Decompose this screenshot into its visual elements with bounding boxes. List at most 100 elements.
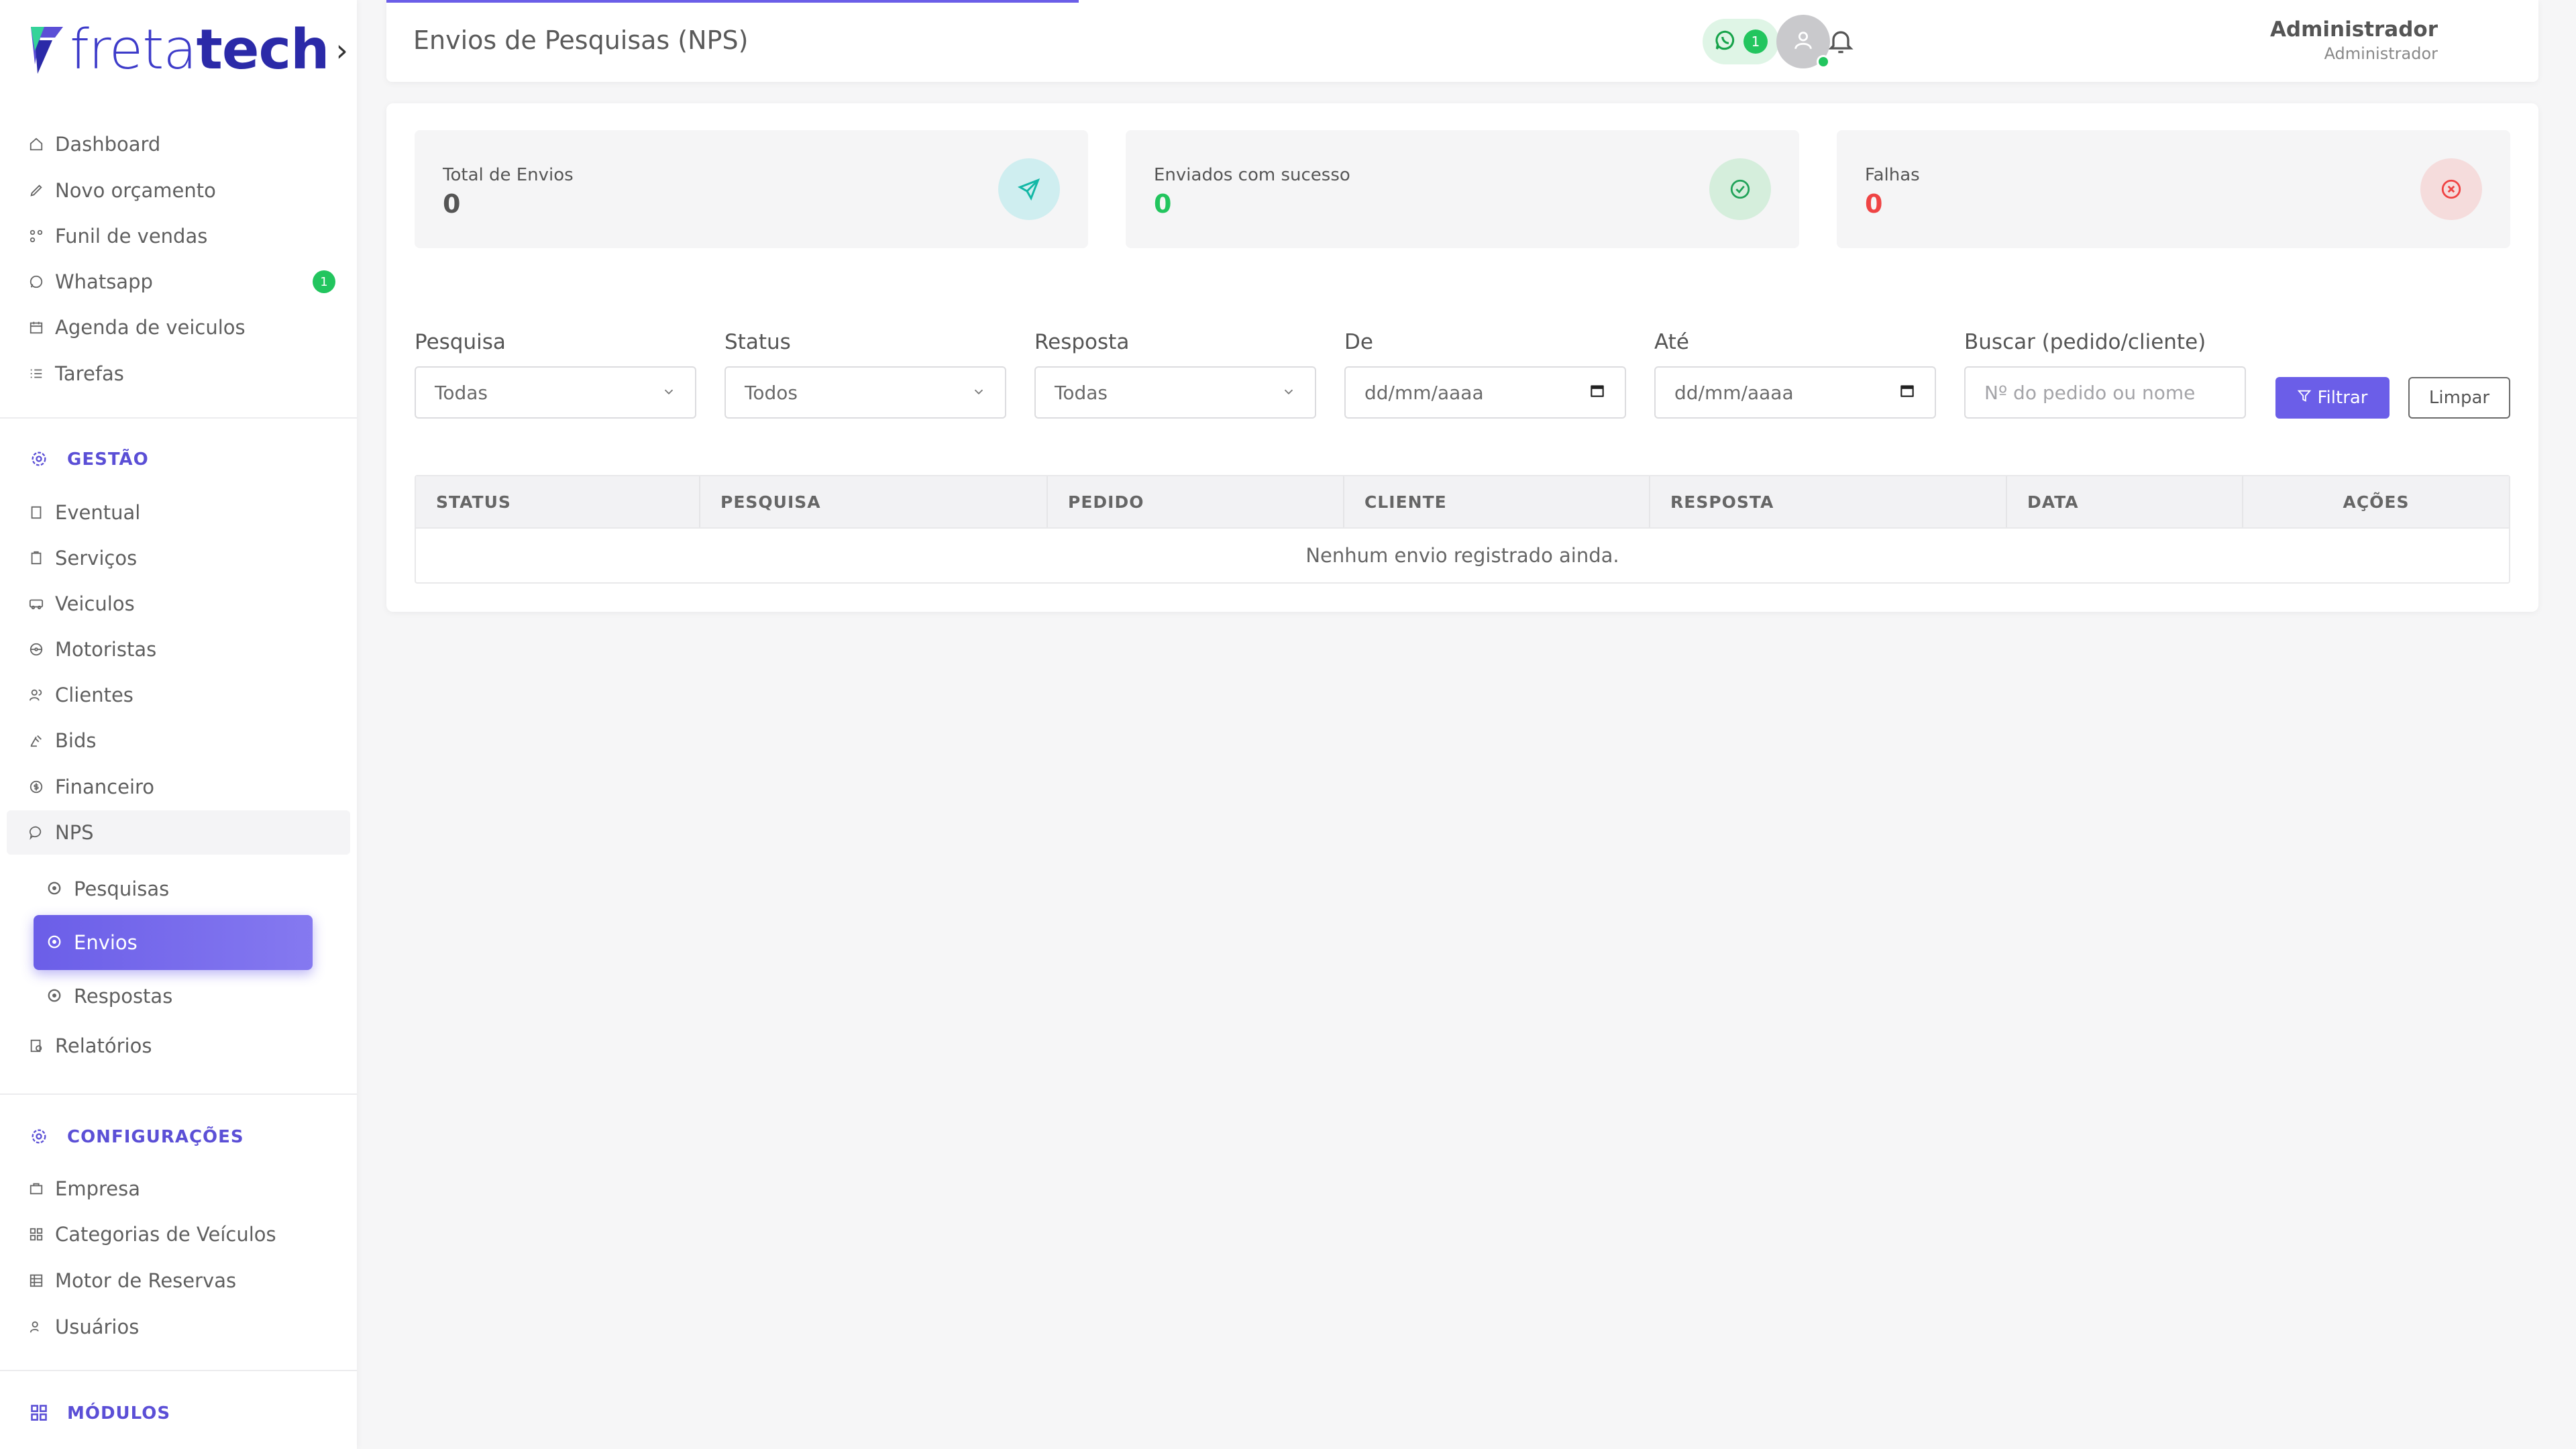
column-header-pesquisa[interactable]: PESQUISA (700, 476, 1048, 527)
filter-status: Status Todos (724, 330, 1006, 419)
column-header-resposta[interactable]: RESPOSTA (1650, 476, 2007, 527)
sidebar-item-usuarios[interactable]: Usuários (0, 1304, 357, 1350)
bus-icon (28, 596, 44, 612)
bell-icon[interactable] (1826, 25, 1856, 56)
gear-icon (30, 1127, 50, 1147)
sidebar-subitem-label: Envios (74, 931, 138, 954)
report-icon (28, 1038, 44, 1054)
sidebar-item-label: Funil de vendas (55, 225, 208, 248)
sidebar-item-nps[interactable]: NPS (7, 810, 350, 855)
sidebar-subitem-envios[interactable]: Envios (34, 915, 313, 970)
user-icon (1792, 29, 1815, 54)
search-input[interactable]: Nº do pedido ou nome (1964, 366, 2246, 419)
stat-card-total: Total de Envios 0 (415, 130, 1088, 248)
main-nav: Dashboard Novo orçamento Funil de vendas… (0, 121, 357, 397)
column-header-cliente[interactable]: CLIENTE (1344, 476, 1650, 527)
sidebar-item-label: NPS (55, 821, 94, 844)
sidebar-item-veiculos[interactable]: Veiculos (0, 581, 357, 627)
resposta-select[interactable]: Todas (1034, 366, 1316, 419)
filter-label: Status (724, 330, 791, 354)
sidebar-subitem-respostas[interactable]: Respostas (0, 970, 357, 1022)
avatar[interactable] (1776, 15, 1830, 68)
sidebar-item-label: Usuários (55, 1316, 140, 1338)
status-select[interactable]: Todos (724, 366, 1006, 419)
stat-value: 0 (443, 189, 461, 219)
sidebar-item-dashboard[interactable]: Dashboard (0, 121, 357, 168)
section-title: CONFIGURAÇÕES (67, 1127, 244, 1147)
clear-button[interactable]: Limpar (2408, 377, 2510, 419)
sidebar-item-label: Agenda de veiculos (55, 316, 246, 339)
filter-button[interactable]: Filtrar (2275, 377, 2390, 419)
table-header: STATUS PESQUISA PEDIDO CLIENTE RESPOSTA … (416, 476, 2509, 527)
apps-icon (30, 1403, 50, 1424)
sidebar-item-label: Empresa (55, 1177, 140, 1200)
sidebar-item-label: Serviços (55, 547, 138, 570)
sidebar-subitem-label: Respostas (74, 985, 173, 1008)
section-configuracoes: CONFIGURAÇÕES (0, 1114, 357, 1161)
stat-card-failures: Falhas 0 (1837, 130, 2510, 248)
date-from-input[interactable]: dd/mm/aaaa (1344, 366, 1626, 419)
section-modulos: MÓDULOS (0, 1390, 357, 1437)
circle-dot-icon (47, 988, 63, 1004)
sidebar-item-funil[interactable]: Funil de vendas (0, 213, 357, 259)
sidebar-item-label: Veiculos (55, 592, 135, 615)
document-icon (28, 504, 44, 521)
sidebar-item-motoristas[interactable]: Motoristas (0, 627, 357, 672)
clipboard-icon (28, 550, 44, 566)
sidebar-item-financeiro[interactable]: Financeiro (0, 763, 357, 810)
sidebar-item-bids[interactable]: Bids (0, 718, 357, 763)
sidebar-item-empresa[interactable]: Empresa (0, 1166, 357, 1212)
select-value: Todas (435, 381, 488, 404)
x-circle-icon (2420, 158, 2482, 220)
logo[interactable]: fretatech › (28, 20, 348, 80)
sidebar-item-label: Novo orçamento (55, 179, 216, 202)
filter-label: Pesquisa (415, 330, 506, 354)
sidebar-item-motor-reservas[interactable]: Motor de Reservas (0, 1257, 357, 1304)
sidebar-item-servicos[interactable]: Serviços (0, 535, 357, 581)
user-key-icon (28, 1319, 44, 1335)
logo-text-light: freta (70, 18, 197, 82)
sidebar-item-clientes[interactable]: Clientes (0, 672, 357, 718)
user-role: Administrador (2324, 44, 2438, 63)
stat-label: Falhas (1865, 165, 1920, 185)
filter-resposta: Resposta Todas (1034, 330, 1316, 419)
column-header-status[interactable]: STATUS (416, 476, 700, 527)
check-circle-icon (1709, 158, 1771, 220)
sidebar-item-categorias[interactable]: Categorias de Veículos (0, 1212, 357, 1257)
logo-mark-icon (28, 24, 66, 76)
whatsapp-status-pill[interactable]: 1 (1703, 19, 1779, 64)
sidebar-divider (0, 1093, 357, 1095)
stat-card-success: Enviados com sucesso 0 (1126, 130, 1799, 248)
users-icon (28, 687, 44, 703)
sidebar-item-agenda[interactable]: Agenda de veiculos (0, 305, 357, 350)
calendar-icon[interactable] (1898, 382, 1916, 404)
calendar-icon[interactable] (1589, 382, 1606, 404)
sidebar-item-relatorios[interactable]: Relatórios (0, 1022, 357, 1069)
stat-label: Total de Envios (443, 165, 574, 185)
sidebar-item-label: Tarefas (55, 362, 124, 385)
sidebar-item-eventual[interactable]: Eventual (0, 490, 357, 535)
column-header-pedido[interactable]: PEDIDO (1048, 476, 1344, 527)
logo-text-bold: tech (196, 18, 330, 82)
gestao-nav: GESTÃO Eventual Serviços Veiculos Motori… (0, 436, 357, 1069)
chevron-down-icon (1281, 382, 1296, 404)
gavel-icon (28, 733, 44, 749)
collapse-chevron-icon[interactable]: › (335, 32, 347, 68)
building-icon (28, 1181, 44, 1197)
sidebar-item-label: Whatsapp (55, 270, 153, 293)
sidebar-item-novo-orcamento[interactable]: Novo orçamento (0, 168, 357, 213)
sidebar-item-whatsapp[interactable]: Whatsapp 1 (0, 259, 357, 305)
chevron-down-icon (661, 382, 676, 404)
topbar: Envios de Pesquisas (NPS) 1 Administrado… (386, 0, 2538, 82)
sidebar-item-tarefas[interactable]: Tarefas (0, 350, 357, 397)
list-icon (28, 366, 44, 382)
sidebar-item-label: Motoristas (55, 638, 157, 661)
column-header-data[interactable]: DATA (2007, 476, 2243, 527)
calendar-icon (28, 319, 44, 335)
sidebar-item-label: Categorias de Veículos (55, 1223, 276, 1246)
sidebar-item-label: Motor de Reservas (55, 1269, 237, 1292)
user-info[interactable]: Administrador Administrador (2270, 17, 2438, 63)
pesquisa-select[interactable]: Todas (415, 366, 696, 419)
sidebar-subitem-pesquisas[interactable]: Pesquisas (0, 863, 357, 915)
date-to-input[interactable]: dd/mm/aaaa (1654, 366, 1936, 419)
